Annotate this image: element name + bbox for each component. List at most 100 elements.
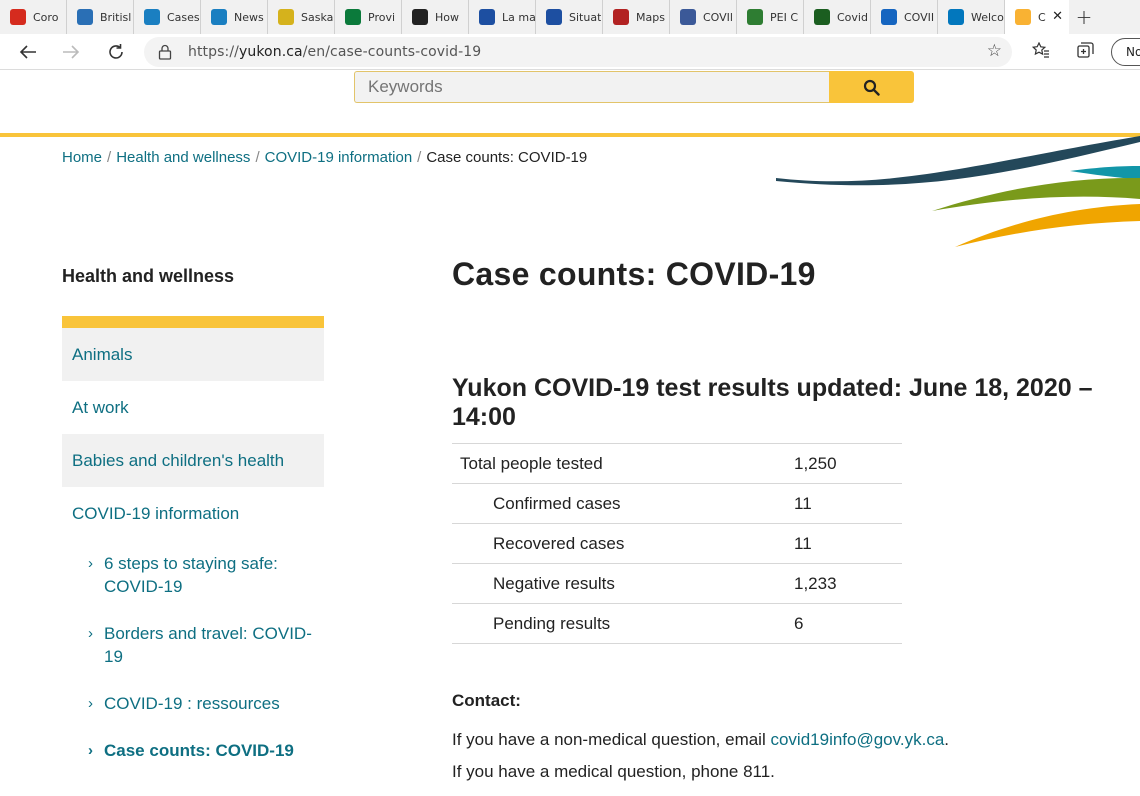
back-button[interactable] [15,40,41,64]
breadcrumb-separator: / [107,149,112,166]
reload-button[interactable] [103,40,129,64]
breadcrumb-separator: / [255,149,260,166]
sidebar-item-babies-and-childrens-health[interactable]: Babies and children's health [62,434,324,487]
browser-toolbar: https://yukon.ca/en/case-counts-covid-19… [0,34,1140,70]
sidebar-subitem-borders-and-travel[interactable]: › Borders and travel: COVID- 19 [62,610,324,680]
chevron-right-icon: › [88,555,93,572]
sidebar-subitem-covid-ressources[interactable]: › COVID-19 : ressources [62,680,324,727]
browser-tab-label: La ma [502,10,535,24]
url-text: https://yukon.ca/en/case-counts-covid-19 [188,44,481,60]
browser-tab-label: How [435,10,459,24]
nunavut-icon [948,9,964,25]
browser-tab[interactable]: Situat [536,0,603,34]
contact-email-link[interactable]: covid19info@gov.yk.ca [770,730,944,749]
browser-tab[interactable]: Britisl [67,0,134,34]
table-row: Confirmed cases 11 [452,483,902,524]
browser-tab-label: Britisl [100,10,132,24]
browser-tab-label: COVII [904,10,935,24]
search-input[interactable] [354,71,830,103]
table-row: Recovered cases 11 [452,523,902,564]
back-arrow-icon [19,45,36,59]
browser-tab-label: C [1038,10,1046,24]
manitoba-icon [345,9,361,25]
browser-tab[interactable]: How [402,0,469,34]
browser-tab[interactable]: Saska [268,0,335,34]
contact-phone-line: If you have a medical question, phone 81… [452,762,775,781]
browser-tab-label: News [234,10,264,24]
favorites-list-glyph [1031,41,1049,58]
browser-tab-label: Coro [33,10,59,24]
forward-button[interactable] [58,40,84,64]
new-tab-button[interactable]: + [1069,0,1099,34]
saskatchewan-icon [278,9,294,25]
stat-label: Pending results [452,603,794,644]
url-domain: yukon.ca [238,44,303,60]
sidebar-item-at-work[interactable]: At work [62,381,324,434]
browser-tab-label: Saska [301,10,334,24]
contact-heading: Contact: [452,691,521,710]
quebec-icon [479,9,495,25]
reload-icon [109,44,123,59]
sidebar-subitem-case-counts[interactable]: › Case counts: COVID-19 [62,727,324,774]
stat-label: Total people tested [452,443,794,484]
new-brunswick-icon [613,9,629,25]
address-bar[interactable]: https://yukon.ca/en/case-counts-covid-19… [144,37,1012,67]
yukon-swoosh-graphic [776,136,1140,247]
browser-tab[interactable]: C ✕ [1005,0,1069,34]
browser-tab[interactable]: COVII [871,0,938,34]
browser-tab-label: Welco [971,10,1004,24]
page-content: Home/Health and wellness/COVID-19 inform… [0,71,1140,796]
browser-tab-label: Situat [569,10,602,24]
site-search [354,71,914,103]
breadcrumb-covid-information[interactable]: COVID-19 information [265,149,413,166]
browser-tab[interactable]: Welco [938,0,1005,34]
stat-value: 1,250 [794,443,902,484]
breadcrumb-current: Case counts: COVID-19 [426,149,588,166]
ontario-icon [412,9,428,25]
page-title: Case counts: COVID-19 [452,256,816,292]
browser-tab[interactable]: Maps [603,0,670,34]
browser-tab[interactable]: Cases [134,0,201,34]
browser-tab[interactable]: PEI C [737,0,804,34]
chevron-right-icon: › [88,742,93,759]
sidebar-item-covid-information[interactable]: COVID-19 information [62,487,324,540]
forward-arrow-icon [63,45,80,59]
browser-tab[interactable]: Coro [0,0,67,34]
browser-tab[interactable]: News [201,0,268,34]
contact-email-line: If you have a non-medical question, emai… [452,730,950,749]
browser-tab[interactable]: La ma [469,0,536,34]
breadcrumb-home[interactable]: Home [62,149,102,166]
browser-tab[interactable]: COVIl [670,0,737,34]
stat-value: 1,233 [794,563,902,604]
stat-label: Recovered cases [452,523,794,564]
chevron-right-icon: › [88,695,93,712]
browser-tab-label: PEI C [770,10,799,24]
quebec-icon [546,9,562,25]
sidebar-subitem-six-steps[interactable]: › 6 steps to staying safe: COVID-19 [62,540,324,610]
sidebar-subitem-label: Borders and travel: COVID- 19 [104,624,312,666]
alberta-icon [211,9,227,25]
sidebar-item-animals[interactable]: Animals [62,328,324,381]
browser-tab[interactable]: Covid [804,0,871,34]
close-tab-icon[interactable]: ✕ [1052,9,1063,25]
stat-value: 11 [794,483,902,524]
favorite-star-icon[interactable]: ☆ [987,41,1002,61]
search-button[interactable] [829,71,914,103]
favorites-list-icon[interactable] [1031,41,1050,62]
collections-icon[interactable] [1077,42,1095,62]
breadcrumb-health-and-wellness[interactable]: Health and wellness [116,149,250,166]
yukon-icon [1015,9,1031,25]
stat-value: 6 [794,603,902,644]
profile-button[interactable]: No [1111,38,1140,66]
bc-icon [77,9,93,25]
url-scheme: https:// [188,44,239,60]
browser-tab-strip: Coro Britisl Cases News Saska Provi How La ma Si… [0,0,1140,34]
swoosh-orange [955,204,1140,247]
nova-scotia-icon [680,9,696,25]
browser-tab-label: COVIl [703,10,733,24]
swoosh-green [932,177,1140,211]
swoosh-teal [1070,166,1140,180]
contact-section: Contact: If you have a non-medical quest… [452,691,1132,794]
browser-tab[interactable]: Provi [335,0,402,34]
case-counts-table: Total people tested 1,250 Confirmed cases… [452,443,902,644]
